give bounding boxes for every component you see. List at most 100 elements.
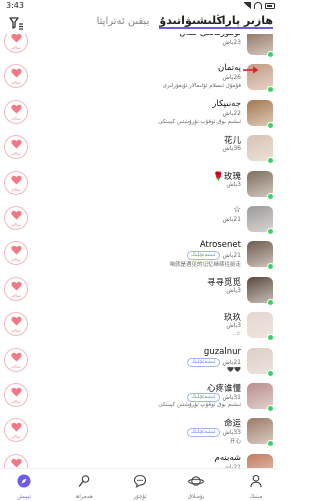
nav-discover[interactable]: تېپىش	[4, 473, 44, 500]
nav-label: يۇمىلاق	[187, 494, 205, 500]
online-status-dot	[267, 440, 274, 448]
user-row[interactable]: 心疼谁懂 31ياش ئىشەنچلىك ئىشىم يوق ئوقۇپ تۇرۇشت…	[0, 379, 281, 414]
user-row[interactable]: ☆ 21ياش سالام	[0, 202, 281, 237]
greet-label: سالام	[11, 221, 21, 227]
user-row[interactable]: 玫瑰🌹 3ياش سالام	[0, 167, 281, 202]
heart-icon	[11, 458, 22, 468]
greet-label: سالام	[11, 292, 21, 298]
greet-button[interactable]: سالام	[4, 34, 28, 53]
greet-button[interactable]: سالام	[4, 99, 28, 124]
online-status-dot	[267, 334, 274, 342]
greet-label: سالام	[11, 363, 21, 369]
user-status-text: قۇمۇل ئىسلام ئۆلىمالار ئۇيغۇرلىرى	[162, 83, 241, 90]
wifi-icon	[254, 2, 262, 9]
online-status-dot	[267, 86, 274, 94]
greet-label: سالام	[11, 186, 21, 192]
online-status-dot	[267, 298, 274, 306]
user-row[interactable]: 命运 33ياش ئىشەنچلىك 开心 سالام	[0, 414, 281, 449]
heart-icon	[11, 281, 22, 291]
nav-label: مېنىڭ	[249, 494, 263, 500]
greet-button[interactable]: سالام	[4, 382, 28, 407]
online-status-dot	[267, 157, 274, 165]
greet-button[interactable]: سالام	[4, 205, 28, 230]
age-row: 3ياش	[226, 322, 241, 329]
user-age: 26ياش	[222, 74, 241, 82]
nav-messages[interactable]: ئۇچۇر	[120, 473, 160, 500]
greet-button[interactable]: سالام	[4, 170, 28, 195]
online-status-dot	[267, 51, 274, 58]
greet-button[interactable]: سالام	[4, 312, 28, 337]
online-status-dot	[267, 227, 274, 235]
user-age: 23ياش	[222, 39, 241, 46]
greet-label: سالام	[11, 151, 21, 157]
user-name: ☆	[233, 204, 241, 215]
verified-badge: ئىشەنچلىك	[187, 357, 220, 367]
battery-icon	[265, 2, 275, 9]
user-list[interactable]: ئوتتۇرىدىكى سەن23ياش سالام پەتمان26ياش قۇمۇ…	[0, 34, 281, 468]
age-row: 33ياش ئىشەنچلىك	[187, 428, 241, 438]
user-row[interactable]: guzalnur 21ياش ئىشەنچلىك 🖤🖤 سالام	[0, 344, 281, 379]
user-row[interactable]: پەتمان 26ياش قۇمۇل ئىسلام ئۆلىمالار ئۇيغۇر…	[0, 60, 281, 95]
filter-icon[interactable]	[8, 15, 24, 31]
verified-badge: ئىشەنچلىك	[187, 392, 220, 402]
user-age: 21ياش	[222, 215, 241, 223]
greet-label: سالام	[11, 80, 21, 86]
microphone-icon	[78, 475, 90, 487]
greet-label: سالام	[11, 398, 21, 404]
online-status-dot	[267, 369, 274, 377]
user-row[interactable]: 花儿 36ياش سالام	[0, 131, 281, 166]
user-age: 3ياش	[226, 286, 241, 294]
tab-nearby[interactable]: يېقىن ئەتراپتا	[97, 16, 150, 27]
nav-me[interactable]: مېنىڭ	[236, 473, 276, 500]
greet-button[interactable]: سالام	[4, 64, 28, 89]
user-status-text: 咱就是遇见的记忆继续往前走	[169, 262, 241, 269]
user-status-text: ☆..	[232, 331, 241, 338]
online-status-dot	[267, 192, 274, 200]
heart-icon	[11, 139, 22, 149]
user-row[interactable]: ئوتتۇرىدىكى سەن23ياش سالام	[0, 34, 281, 60]
greet-button[interactable]: سالام	[4, 347, 28, 372]
user-age: 21ياش	[222, 252, 241, 260]
user-age: 31ياش	[222, 393, 241, 401]
greet-label: سالام	[11, 115, 21, 121]
user-row[interactable]: شەبنەم21ياشقولىمدىن ئىشلەيمەنسالام	[0, 450, 281, 468]
user-status-text: ئىشىم يوق ئوقۇپ تۇرۇشتىن كېيىنكى	[158, 118, 241, 125]
greet-button[interactable]: سالام	[4, 135, 28, 160]
greet-button[interactable]: سالام	[4, 276, 28, 301]
status-icons	[243, 2, 275, 9]
chat-bubble-icon	[133, 474, 147, 488]
heart-icon	[11, 246, 22, 255]
age-row: 26ياش	[223, 74, 241, 81]
age-row: 21ياش ئىشەنچلىك	[187, 357, 241, 367]
nav-label: ھەمراھ	[75, 494, 93, 500]
heart-icon	[11, 104, 22, 114]
nav-planet[interactable]: يۇمىلاق	[176, 473, 216, 500]
user-row[interactable]: 寻寻觅觅 3ياش سالام	[0, 273, 281, 308]
greet-label: سالام	[11, 257, 21, 263]
planet-icon	[188, 476, 204, 486]
greet-label: سالام	[11, 434, 21, 440]
user-status-text: 开心	[229, 439, 241, 446]
status-time: 3:43	[6, 1, 24, 10]
greet-label: سالام	[11, 45, 21, 50]
online-status-dot	[267, 404, 274, 412]
user-age: 3ياش	[226, 180, 241, 188]
heart-icon	[11, 387, 22, 397]
tab-chatting-now[interactable]: ھازىر پاراڭلىشىۋاتىدۇ	[159, 14, 273, 29]
nav-label: تېپىش	[17, 494, 31, 500]
heart-icon	[11, 69, 22, 78]
user-age: 21ياش	[222, 358, 241, 366]
nav-companion[interactable]: ھەمراھ	[64, 473, 104, 500]
top-bar: ھازىر پاراڭلىشىۋاتىدۇ يېقىن ئەتراپتا	[0, 12, 281, 34]
user-row[interactable]: 玖玖 3ياش ☆.. سالام	[0, 308, 281, 343]
greet-button[interactable]: سالام	[4, 241, 28, 266]
user-row[interactable]: جەنىپكار 22ياش ئىشىم يوق ئوقۇپ تۇرۇشتىن كې…	[0, 96, 281, 131]
greet-button[interactable]: سالام	[4, 418, 28, 443]
age-row: 36ياش	[223, 145, 241, 152]
user-row[interactable]: Atrosenet 21ياش ئىشەنچلىك 咱就是遇见的记忆继续往前走 سالا…	[0, 237, 281, 272]
age-row: 31ياش ئىشەنچلىك	[187, 392, 241, 402]
greet-button[interactable]: سالام	[4, 453, 28, 468]
age-row: 3ياش	[226, 181, 241, 188]
avatar[interactable]	[247, 453, 273, 468]
user-name: Atrosenet	[199, 240, 241, 251]
